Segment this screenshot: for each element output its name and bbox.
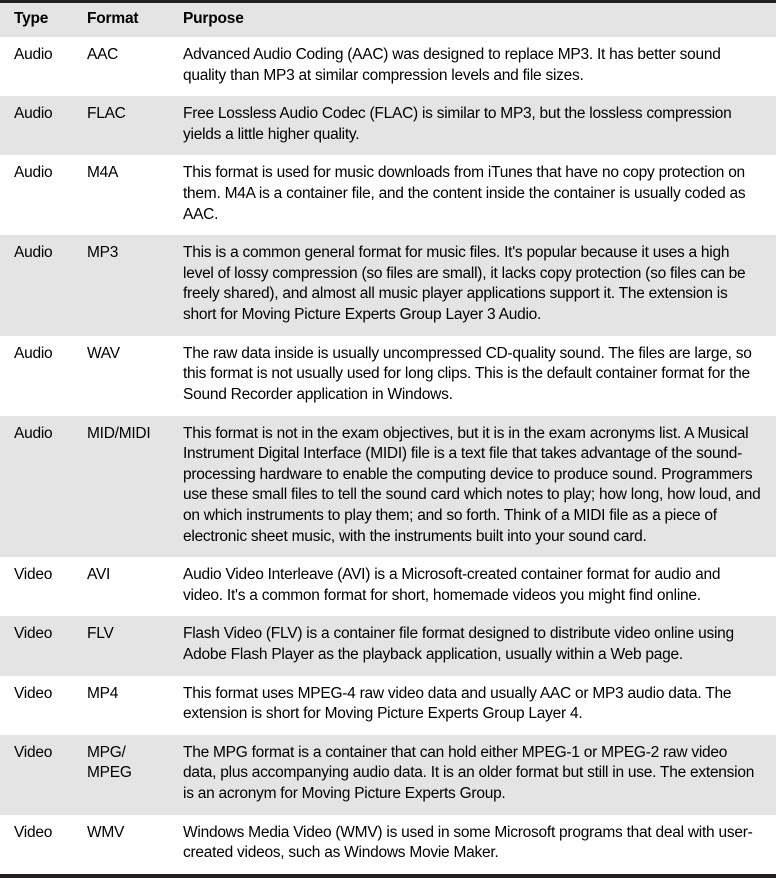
cell-format: MP3 — [74, 235, 172, 335]
cell-type: Video — [14, 684, 53, 702]
cell-purpose: Flash Video (FLV) is a container file fo… — [183, 625, 734, 664]
table-body: Audio AAC Advanced Audio Coding (AAC) was … — [0, 37, 776, 874]
cell-format: MID/MIDI — [74, 416, 172, 558]
table-row: Audio MID/MIDI This format is not in the e… — [0, 415, 776, 558]
cell-type: Audio — [14, 164, 53, 182]
cell-purpose: Free Lossless Audio Codec (FLAC) is simi… — [183, 105, 732, 143]
format-line-1: FLV — [87, 625, 114, 643]
column-header-format: Format — [87, 10, 139, 27]
cell-format: FLV — [74, 616, 172, 675]
cell-format: WMV — [74, 815, 172, 874]
cell-type: Video — [14, 823, 53, 841]
cell-purpose: Audio Video Interleave (AVI) is a Micros… — [183, 566, 721, 604]
cell-format: WAV — [74, 336, 172, 416]
table-header-row: Type Format Purpose — [0, 3, 776, 37]
format-line-1: AAC — [87, 46, 119, 63]
cell-type: Audio — [14, 424, 53, 442]
format-line-1: M4A — [87, 164, 119, 182]
cell-format: AVI — [74, 557, 172, 616]
cell-purpose: This format is used for music downloads … — [183, 164, 746, 223]
table-row: Audio M4A This format is used for music do… — [0, 155, 776, 236]
cell-type: Video — [14, 743, 53, 761]
cell-type: Video — [14, 566, 53, 584]
format-line-1: MP4 — [87, 684, 119, 702]
cell-purpose: This is a common general format for musi… — [183, 244, 746, 324]
cell-purpose: This format uses MPEG-4 raw video data a… — [183, 684, 732, 723]
file-format-table: Type Format Purpose Audio AAC Advanced Aud… — [0, 3, 776, 874]
cell-type: Audio — [14, 105, 53, 123]
format-line-1: WAV — [87, 344, 120, 362]
cell-purpose: The MPG format is a container that can h… — [183, 743, 755, 803]
table-row: Audio MP3 This is a common general format … — [0, 235, 776, 336]
cell-purpose: The raw data inside is usually uncompres… — [183, 344, 752, 403]
cell-type: Audio — [14, 46, 53, 63]
cell-format: MPG/MPEG — [74, 735, 172, 815]
table-row: Audio FLAC Free Lossless Audio Codec (FLAC… — [0, 96, 776, 156]
table-row: Video MPG/MPEG The MPG format is a contain… — [0, 734, 776, 815]
cell-purpose: This format is not in the exam objective… — [183, 424, 761, 545]
table-row: Video WMV Windows Media Video (WMV) is use… — [0, 814, 776, 874]
cell-format: MP4 — [74, 676, 172, 735]
file-format-table-container: Type Format Purpose Audio AAC Advanced Aud… — [0, 0, 776, 878]
column-header-type: Type — [14, 10, 49, 27]
format-line-1: MP3 — [87, 244, 119, 262]
format-line-1: MPG/ — [87, 743, 126, 761]
cell-format: FLAC — [74, 96, 172, 155]
table-row: Video AVI Audio Video Interleave (AVI) is … — [0, 557, 776, 617]
cell-purpose: Windows Media Video (WMV) is used in som… — [183, 823, 753, 862]
cell-purpose: Advanced Audio Coding (AAC) was designed… — [183, 46, 721, 84]
format-line-1: MID/MIDI — [87, 424, 151, 442]
table-row: Video FLV Flash Video (FLV) is a container… — [0, 616, 776, 676]
format-line-1: AVI — [87, 566, 111, 584]
format-line-1: WMV — [87, 823, 125, 841]
table-header: Type Format Purpose — [0, 3, 776, 37]
cell-format: AAC — [74, 37, 172, 96]
cell-type: Video — [14, 625, 53, 643]
table-row: Audio WAV The raw data inside is usually u… — [0, 335, 776, 416]
table-row: Audio AAC Advanced Audio Coding (AAC) was … — [0, 37, 776, 97]
format-line-1: FLAC — [87, 105, 126, 123]
cell-type: Audio — [14, 344, 53, 362]
column-header-purpose: Purpose — [183, 10, 244, 27]
format-line-2: MPEG — [87, 764, 132, 782]
cell-format: M4A — [74, 155, 172, 235]
table-row: Video MP4 This format uses MPEG-4 raw vide… — [0, 675, 776, 735]
cell-type: Audio — [14, 244, 53, 262]
